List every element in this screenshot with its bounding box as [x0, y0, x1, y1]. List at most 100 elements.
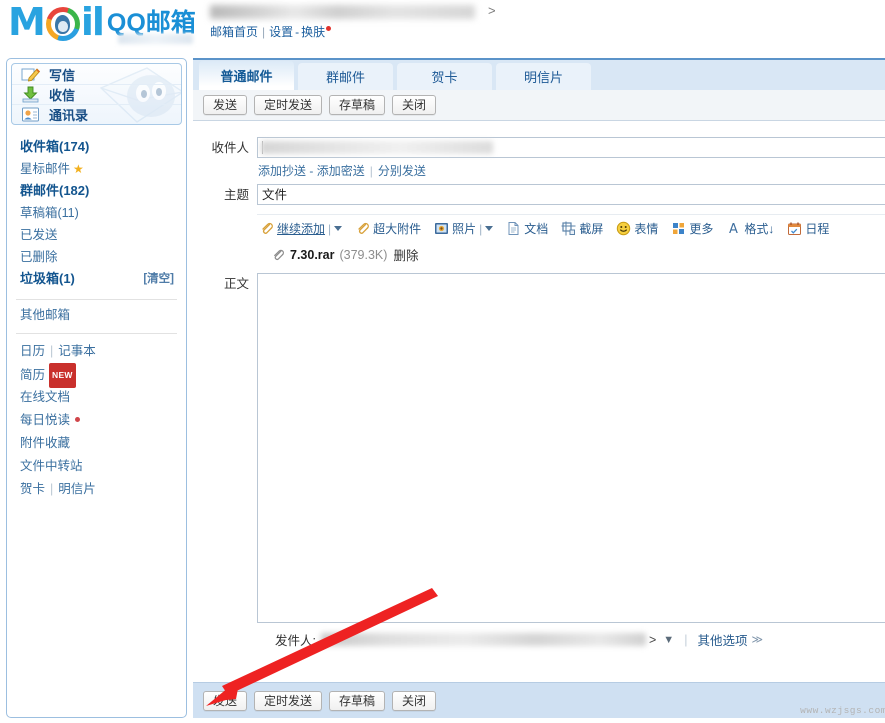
paperclip-icon	[271, 248, 285, 262]
send-separately-link[interactable]: 分别发送	[378, 164, 426, 178]
close-button-bottom[interactable]: 关闭	[392, 690, 437, 711]
send-button-top[interactable]: 发送	[203, 95, 248, 115]
chevron-down-icon[interactable]	[485, 226, 494, 231]
add-cc-link[interactable]: 添加抄送	[258, 164, 306, 178]
toolbar-label: 更多	[689, 222, 714, 236]
toolbar-document[interactable]: 文档	[506, 220, 548, 237]
sidebar: 写信 收信 通讯录 收件箱(174) 星标邮件 ★ 群邮件(182) 草稿箱(1…	[6, 58, 187, 718]
toolbar-continue-add[interactable]: 继续添加 |	[259, 220, 343, 237]
subject-row: 主题 文件	[201, 184, 885, 206]
sublink-dash: -	[309, 164, 314, 178]
toolbar-emoji[interactable]: 表情	[616, 220, 658, 237]
notes-label: 记事本	[58, 344, 96, 358]
link-separator: |	[50, 344, 54, 358]
recipient-row: 收件人 添加抄送 - 添加密送 | 分别发送	[201, 137, 885, 182]
sidebar-item-label: 通讯录	[49, 108, 89, 123]
tab-normal-mail[interactable]: 普通邮件	[199, 61, 294, 90]
online-doc-label: 在线文档	[20, 390, 71, 404]
link-mail-home[interactable]: 邮箱首页	[210, 25, 258, 39]
toolbar-more[interactable]: 更多	[671, 220, 713, 237]
sidebar-divider-2	[16, 333, 177, 334]
document-icon	[506, 221, 521, 236]
tab-postcard[interactable]: 明信片	[496, 63, 591, 90]
folder-inbox[interactable]: 收件箱(174)	[20, 136, 176, 158]
toolbar-screenshot[interactable]: 截屏	[561, 220, 603, 237]
folder-deleted[interactable]: 已删除	[20, 246, 176, 268]
sidebar-item-attachment-favorites[interactable]: 附件收藏	[20, 432, 176, 455]
receive-icon	[21, 86, 41, 103]
sidebar-nav-box: 写信 收信 通讯录	[11, 63, 182, 125]
link-change-skin[interactable]: 换肤	[301, 25, 325, 39]
folder-group-mail[interactable]: 群邮件(182)	[20, 180, 176, 202]
toolbar-label: 格式↓	[744, 222, 775, 236]
attachment-toolbar: 继续添加 | 超大附件 照片 | 文档 截屏 表情 更多 A 格式↓ 日程	[257, 214, 885, 241]
folder-spam[interactable]: 垃圾箱(1) [清空]	[20, 268, 176, 290]
close-button-top[interactable]: 关闭	[392, 95, 437, 115]
screenshot-icon	[561, 221, 576, 236]
main-panel: 普通邮件 群邮件 贺卡 明信片 发送 定时发送 存草稿 关闭 收件人 添加抄送 …	[193, 58, 885, 718]
clear-spam-link[interactable]: [清空]	[143, 268, 174, 290]
toolbar-schedule[interactable]: 日程	[787, 220, 829, 237]
chevron-down-icon[interactable]	[334, 226, 343, 231]
sender-dropdown-icon[interactable]: ▼	[663, 634, 674, 646]
new-indicator-dot	[326, 26, 332, 31]
folder-sent[interactable]: 已发送	[20, 224, 176, 246]
sidebar-item-daily-read[interactable]: 每日悦读	[20, 409, 176, 432]
folder-drafts[interactable]: 草稿箱(11)	[20, 202, 176, 224]
tab-label: 群邮件	[325, 70, 365, 85]
chevron-double-down-icon[interactable]: ≫	[751, 633, 763, 646]
sidebar-item-compose[interactable]: 写信	[12, 64, 181, 84]
attachment-toolbar-row: 继续添加 | 超大附件 照片 | 文档 截屏 表情 更多 A 格式↓ 日程 7.…	[201, 214, 885, 269]
save-draft-button-bottom[interactable]: 存草稿	[329, 690, 386, 711]
sidebar-item-card-postcard[interactable]: 贺卡 | 明信片	[20, 478, 176, 501]
sidebar-item-file-transfer[interactable]: 文件中转站	[20, 455, 176, 478]
tab-greeting-card[interactable]: 贺卡	[397, 63, 492, 90]
sidebar-item-receive[interactable]: 收信	[12, 84, 181, 104]
attachment-item: 7.30.rar (379.3K) 删除	[257, 241, 885, 269]
folder-starred[interactable]: 星标邮件 ★	[20, 158, 176, 180]
sidebar-item-calendar-notes[interactable]: 日历 | 记事本	[20, 340, 176, 363]
account-info[interactable]: >	[210, 2, 510, 24]
sidebar-item-resume[interactable]: 简历 NEW	[20, 363, 176, 388]
calendar-label: 日历	[20, 344, 46, 358]
folder-label: 已发送	[20, 228, 58, 242]
scheduled-send-button-top[interactable]: 定时发送	[254, 95, 323, 115]
recipient-value-blurred	[261, 141, 493, 154]
calendar-icon	[787, 221, 802, 236]
tab-label: 贺卡	[431, 70, 458, 85]
resume-label: 简历	[20, 368, 46, 382]
top-toolbar: 发送 定时发送 存草稿 关闭	[193, 90, 885, 121]
account-expand-icon[interactable]: >	[488, 3, 496, 18]
sender-row: 发件人: > ▼ | 其他选项 ≫	[201, 623, 885, 655]
sidebar-item-online-doc[interactable]: 在线文档	[20, 386, 176, 409]
folder-label: 已删除	[20, 250, 58, 264]
logo-mail-text: M il	[8, 0, 105, 44]
toolbar-label: 截屏	[579, 222, 604, 236]
save-draft-button-top[interactable]: 存草稿	[329, 95, 386, 115]
tab-group-mail[interactable]: 群邮件	[298, 63, 393, 90]
compose-form: 收件人 添加抄送 - 添加密送 | 分别发送 主题 文件 继续添加 | 超大附件…	[193, 121, 885, 655]
sidebar-item-contacts[interactable]: 通讯录	[12, 104, 181, 124]
toolbar-photo[interactable]: 照片 |	[434, 220, 494, 237]
compose-icon	[21, 66, 41, 83]
toolbar-format[interactable]: A 格式↓	[726, 220, 774, 237]
header-links: 邮箱首页 | 设置 - 换肤	[210, 23, 332, 40]
send-button-bottom[interactable]: 发送	[203, 690, 248, 711]
toolbar-divider: |	[328, 221, 332, 236]
body-row: 正文	[201, 273, 885, 623]
recipient-input[interactable]	[257, 137, 885, 158]
link-settings[interactable]: 设置	[269, 25, 293, 39]
scheduled-send-button-bottom[interactable]: 定时发送	[254, 690, 323, 711]
attachment-delete-link[interactable]: 删除	[393, 245, 418, 264]
paperclip-icon	[259, 221, 274, 236]
sender-selector[interactable]: 发件人: > ▼ | 其他选项 ≫	[257, 623, 885, 655]
add-bcc-link[interactable]: 添加密送	[317, 164, 365, 178]
toolbar-large-attachment[interactable]: 超大附件	[355, 220, 421, 237]
body-editor[interactable]	[257, 273, 885, 623]
logo-subtitle-blurred	[118, 34, 193, 44]
attachment-name: 7.30.rar	[290, 247, 335, 262]
other-options-link[interactable]: 其他选项	[697, 630, 747, 649]
sidebar-item-other-mailbox[interactable]: 其他邮箱	[20, 304, 176, 326]
subject-input[interactable]: 文件	[257, 184, 885, 205]
toolbar-label: 继续添加	[277, 222, 326, 236]
